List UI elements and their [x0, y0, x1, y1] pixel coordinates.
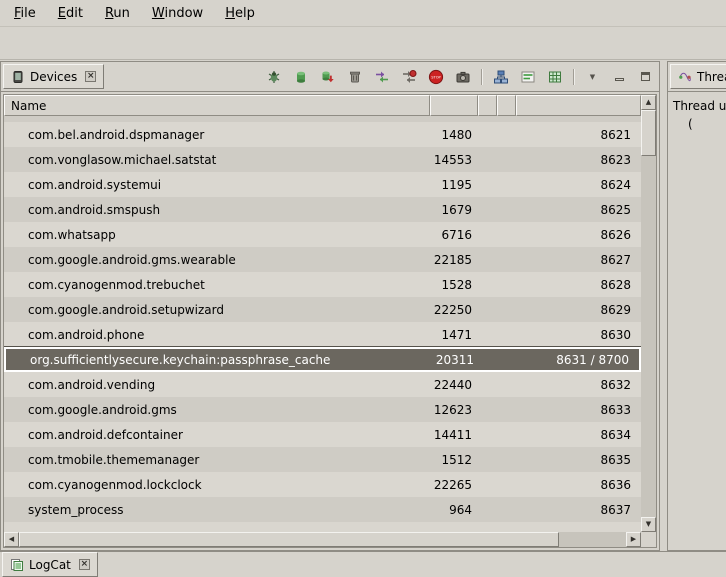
devices-panel: Devices × [0, 61, 660, 551]
table-row[interactable]: com.android.smspush16798625 [4, 197, 641, 222]
devices-panel-header: Devices × [1, 62, 659, 92]
scroll-up-button[interactable]: ▲ [641, 95, 656, 110]
panel-sash[interactable] [660, 61, 667, 551]
column-header-blank1[interactable] [478, 95, 497, 116]
dump-hprof-icon[interactable] [318, 67, 337, 86]
tab-logcat-label: LogCat [29, 558, 71, 572]
table-header: Name [4, 95, 641, 116]
horizontal-scrollbar-thumb[interactable] [19, 532, 559, 547]
application-window: File Edit Run Window Help Devices × [0, 0, 726, 577]
main-toolbar [0, 27, 726, 60]
toolbar-separator [481, 69, 482, 85]
column-header-pid[interactable] [430, 95, 478, 116]
menu-edit[interactable]: Edit [48, 2, 93, 25]
table-row[interactable]: system_process9648637 [4, 497, 641, 522]
opengl-trace-icon[interactable] [545, 67, 564, 86]
scroll-right-button[interactable]: ▶ [626, 532, 641, 547]
systrace-icon[interactable] [518, 67, 537, 86]
stop-process-icon[interactable]: STOP [426, 67, 445, 86]
threads-panel-body: Thread up ( [668, 92, 726, 550]
scroll-left-button[interactable]: ◀ [4, 532, 19, 547]
table-row[interactable]: com.whatsapp67168626 [4, 222, 641, 247]
devices-toolbar: STOP ▼ [264, 67, 659, 86]
horizontal-scrollbar-track[interactable] [559, 532, 626, 547]
column-header-port[interactable] [516, 95, 641, 116]
vertical-scrollbar[interactable]: ▲ ▼ [641, 95, 656, 532]
table-row-selected[interactable]: org.sufficientlysecure.keychain:passphra… [4, 347, 641, 372]
method-profiling-icon[interactable] [399, 67, 418, 86]
table-row[interactable]: com.android.defcontainer144118634 [4, 422, 641, 447]
tab-threads-label: Threads [697, 70, 726, 84]
update-heap-icon[interactable] [291, 67, 310, 86]
threads-message-line2: ( [688, 117, 693, 131]
menu-help[interactable]: Help [215, 2, 265, 25]
vertical-scrollbar-thumb[interactable] [641, 110, 656, 156]
menu-file[interactable]: File [4, 2, 46, 25]
table-row[interactable]: com.android.phone14718630 [4, 322, 641, 347]
tab-threads[interactable]: Threads [670, 64, 726, 89]
logcat-icon [10, 558, 24, 572]
threads-panel-header: Threads [668, 62, 726, 92]
view-hierarchy-icon[interactable] [491, 67, 510, 86]
scrollbar-corner [641, 532, 656, 547]
table-row[interactable]: com.android.vending224408632 [4, 372, 641, 397]
table-row[interactable]: com.tmobile.thememanager15128635 [4, 447, 641, 472]
main-area: Devices × [0, 61, 726, 551]
column-header-blank2[interactable] [497, 95, 516, 116]
tab-devices-label: Devices [30, 70, 77, 84]
threads-panel: Threads Thread up ( [667, 61, 726, 551]
table-row[interactable]: com.google.android.setupwizard222508629 [4, 297, 641, 322]
close-icon[interactable]: × [85, 71, 96, 82]
device-icon [11, 70, 25, 84]
table-row[interactable]: com.cyanogenmod.lockclock222658636 [4, 472, 641, 497]
vertical-scrollbar-track[interactable] [641, 156, 656, 517]
bottom-tab-bar: LogCat × [0, 551, 726, 577]
menu-run[interactable]: Run [95, 2, 140, 25]
column-header-name[interactable]: Name [4, 95, 430, 116]
debug-process-icon[interactable] [264, 67, 283, 86]
threads-message-line1: Thread up [673, 99, 726, 113]
table-row[interactable]: com.bel.android.dspmanager14808621 [4, 122, 641, 147]
table-row[interactable]: com.android.systemui11958624 [4, 172, 641, 197]
menu-window[interactable]: Window [142, 2, 213, 25]
table-row[interactable]: com.vonglasow.michael.satstat145538623 [4, 147, 641, 172]
tab-logcat[interactable]: LogCat × [2, 552, 98, 577]
close-icon[interactable]: × [79, 559, 90, 570]
minimize-icon[interactable] [610, 69, 628, 85]
update-threads-icon[interactable] [372, 67, 391, 86]
devices-panel-body: Name com.bel.android.dspmanager14808621 … [1, 92, 659, 550]
scroll-down-button[interactable]: ▼ [641, 517, 656, 532]
screen-capture-icon[interactable] [453, 67, 472, 86]
svg-text:STOP: STOP [431, 75, 441, 79]
threads-icon [678, 70, 692, 84]
table-row[interactable]: com.google.android.gms.wearable221858627 [4, 247, 641, 272]
table-row[interactable]: com.cyanogenmod.trebuchet15288628 [4, 272, 641, 297]
toolbar-separator [573, 69, 574, 85]
view-menu-icon[interactable]: ▼ [583, 67, 602, 86]
process-table: Name com.bel.android.dspmanager14808621 … [3, 94, 657, 548]
maximize-icon[interactable] [636, 69, 654, 85]
table-row[interactable]: com.google.android.gms126238633 [4, 397, 641, 422]
horizontal-scrollbar[interactable]: ◀ ▶ [4, 532, 641, 547]
tab-devices[interactable]: Devices × [3, 64, 104, 89]
cause-gc-icon[interactable] [345, 67, 364, 86]
menu-bar: File Edit Run Window Help [0, 0, 726, 27]
